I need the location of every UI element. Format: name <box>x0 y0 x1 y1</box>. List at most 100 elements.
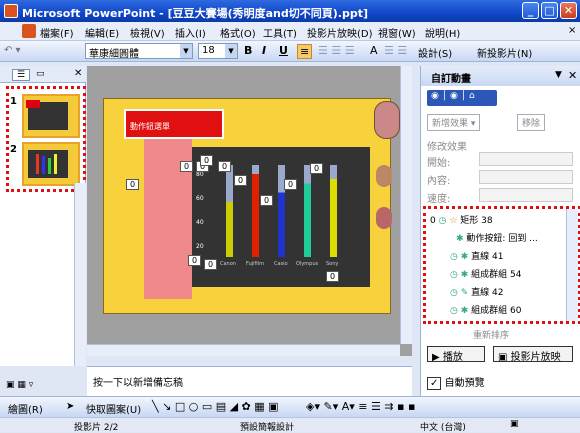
list-item[interactable]: ◷ ✱ 組成群組 60 <box>450 303 580 321</box>
slide-thumbnail-1[interactable] <box>22 94 80 138</box>
task-pane-menu-icon[interactable]: ▼ <box>555 70 562 80</box>
clock-icon: ◷ ✱ <box>450 270 469 280</box>
y-tick: 40 <box>196 219 204 226</box>
list-scrollbar[interactable] <box>566 209 578 321</box>
undo-button[interactable]: ↶ ▾ <box>4 45 21 56</box>
autoshapes-menu[interactable]: 快取圖案(U) <box>86 401 141 416</box>
menu-tools[interactable]: 工具(T) <box>263 25 297 40</box>
slide-canvas[interactable]: 動作鈕選單 80 60 40 20 Canon Fujifilm Casio O… <box>103 98 400 314</box>
tab-outline[interactable]: ☰ <box>12 69 31 81</box>
red-header-box[interactable]: 動作鈕選單 <box>124 109 224 139</box>
task-pane-nav[interactable]: ◉ │ ◉ │ ⌂ <box>427 90 497 106</box>
align-center-button[interactable]: ☰ ☰ ☰ <box>318 44 355 57</box>
counter-box[interactable]: 0 <box>218 161 232 172</box>
list-item[interactable]: ✱ 動作按鈕: 回到 ... <box>456 231 580 249</box>
counter-box[interactable]: 0 <box>326 271 340 282</box>
design-button[interactable]: 設計(S) <box>418 45 452 60</box>
slideshow-label: 投影片放映 <box>510 352 561 363</box>
align-left-button[interactable]: ≡ <box>297 44 313 59</box>
slide-horizontal-scrollbar[interactable] <box>87 344 400 356</box>
bold-button[interactable]: B <box>244 44 252 57</box>
play-icon: ▶ <box>432 352 440 363</box>
counter-box[interactable]: 0 <box>180 161 194 172</box>
menu-format[interactable]: 格式(O) <box>220 25 256 40</box>
checkbox-checked-icon: ✓ <box>427 377 442 390</box>
list-item[interactable]: ◷ ✎ 直線 42 <box>450 285 580 303</box>
slide-thumbnail-2[interactable] <box>22 142 80 186</box>
font-combo[interactable]: 華康細圓體 ▼ <box>85 43 193 59</box>
status-bar: 投影片 2/2 預設簡報設計 中文 (台灣) ▣ <box>0 417 580 433</box>
speed-label: 速度: <box>427 194 451 205</box>
list-item[interactable]: ◷ ✱ 直線 41 <box>450 249 580 267</box>
add-effect-button[interactable]: 新增效果 ▾ <box>427 114 481 131</box>
anim-name: 矩形 38 <box>460 216 493 226</box>
pane-close-icon[interactable]: ✕ <box>74 68 82 79</box>
size-combo[interactable]: 18 ▼ <box>198 43 238 59</box>
slides-pane: ☰ ▭ ✕ 1 2 <box>0 66 86 366</box>
counter-box[interactable]: 0 <box>200 155 214 166</box>
menu-edit[interactable]: 編輯(E) <box>85 25 119 40</box>
y-tick: 60 <box>196 195 204 202</box>
list-item[interactable]: ◷ ✱ 組成群組 54 <box>450 267 580 285</box>
property-select[interactable] <box>479 170 573 184</box>
bar-sony <box>330 165 337 257</box>
pointer-icon[interactable]: ➤ <box>66 401 74 412</box>
list-item[interactable]: 0 ◷ ☆ 矩形 38 <box>430 213 575 231</box>
anim-name: 組成群組 60 <box>471 306 522 316</box>
design-name: 預設簡報設計 <box>240 423 295 433</box>
clock-icon: ◷ ✎ <box>450 288 469 298</box>
close-button[interactable]: ✕ <box>560 2 577 19</box>
spellcheck-icon: ▣ <box>510 419 519 429</box>
chevron-down-icon: ▼ <box>180 44 192 58</box>
property-label: 內容: <box>427 176 451 187</box>
slideshow-button[interactable]: ▣ 投影片放映 <box>493 346 573 363</box>
play-button[interactable]: ▶ 播放 <box>427 346 485 363</box>
thumbnails-scrollbar[interactable] <box>74 183 86 366</box>
counter-box[interactable]: 0 <box>204 259 218 270</box>
menu-view[interactable]: 檢視(V) <box>130 25 165 40</box>
task-pane-close-icon[interactable]: ✕ <box>568 69 577 82</box>
counter-box[interactable]: 0 <box>188 255 202 266</box>
view-buttons[interactable]: ▣ ▦ ▿ <box>6 380 33 390</box>
counter-box[interactable]: 0 <box>310 163 324 174</box>
menu-help[interactable]: 說明(H) <box>425 25 460 40</box>
notes-placeholder: 按一下以新增備忘稿 <box>93 378 183 389</box>
underline-button[interactable]: U <box>279 44 288 57</box>
counter-box[interactable]: 0 <box>234 175 248 186</box>
speed-select[interactable] <box>479 188 573 202</box>
menu-window[interactable]: 視窗(W) <box>378 25 416 40</box>
autopreview-checkbox[interactable]: ✓ 自動預覽 <box>427 374 485 390</box>
counter-box[interactable]: 0 <box>284 179 298 190</box>
menu-close-doc[interactable]: × <box>568 25 576 36</box>
menu-file[interactable]: 檔案(F) <box>40 25 74 40</box>
menu-insert[interactable]: 插入(I) <box>175 25 206 40</box>
menu-slideshow[interactable]: 投影片放映(D) <box>307 25 373 40</box>
start-select[interactable] <box>479 152 573 166</box>
tab-slides[interactable]: ▭ <box>36 69 45 79</box>
counter-box[interactable]: 0 <box>260 195 274 206</box>
reorder-label[interactable]: 重新排序 <box>473 328 509 341</box>
task-pane-header: 自訂動畫 ▼ ✕ <box>421 66 580 86</box>
counter-box[interactable]: 0 <box>126 179 140 190</box>
draw-menu[interactable]: 繪圖(R) <box>8 401 43 416</box>
bar-canon <box>226 165 233 257</box>
new-slide-button[interactable]: 新投影片(N) <box>477 45 532 60</box>
action-button-label: 動作鈕選單 <box>130 122 170 131</box>
slide-counter: 投影片 2/2 <box>74 423 119 433</box>
minimize-button[interactable]: _ <box>522 2 539 19</box>
slide-vertical-scrollbar[interactable] <box>400 66 412 344</box>
remove-button[interactable]: 移除 <box>517 114 546 131</box>
font-size-button[interactable]: A <box>370 44 378 57</box>
indent-button[interactable]: ☰ ☰ <box>384 44 407 57</box>
color-tools[interactable]: ◈▾ ✎▾ A▾ ≡ ☰ ⇉ ▪ ▪ <box>306 400 415 413</box>
clock-icon: ◷ <box>438 216 447 226</box>
notes-pane[interactable]: 按一下以新增備忘稿 <box>87 366 412 396</box>
bar-olympus <box>304 165 311 257</box>
shape-tools[interactable]: ╲ ↘ □ ○ ▭ ▤ ◢ ✿ ▦ ▣ <box>152 400 279 413</box>
bar-label: Fujifilm <box>246 261 264 267</box>
pane-tabs: ☰ ▭ ✕ <box>0 66 86 83</box>
maximize-button[interactable]: □ <box>541 2 558 19</box>
italic-button[interactable]: I <box>262 44 266 57</box>
animation-list[interactable]: 0 ◷ ☆ 矩形 38 ✱ 動作按鈕: 回到 ... ◷ ✱ 直線 41 ◷ ✱… <box>423 206 580 324</box>
doc-icon <box>22 24 36 38</box>
